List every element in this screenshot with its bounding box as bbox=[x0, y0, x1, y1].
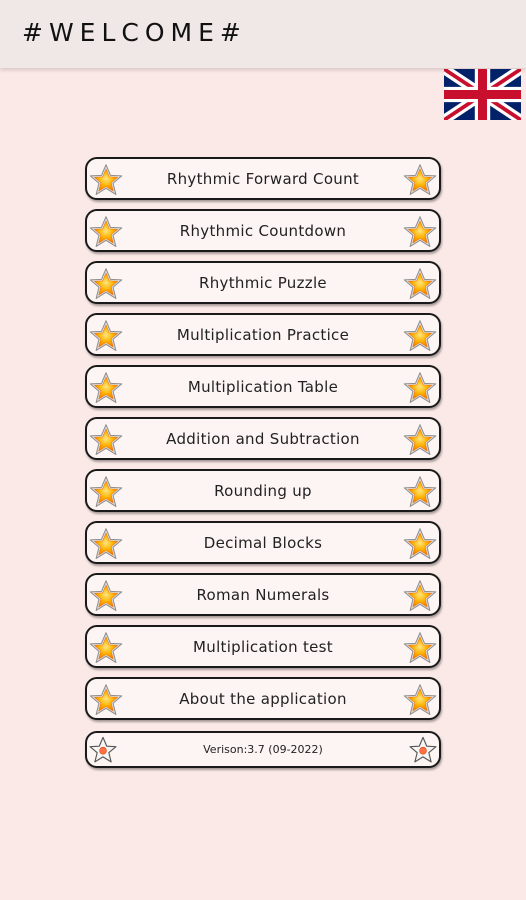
star-icon bbox=[403, 527, 437, 561]
uk-flag-icon[interactable] bbox=[441, 64, 524, 125]
star-icon bbox=[403, 371, 437, 405]
star-icon bbox=[89, 631, 123, 665]
app-title: #WELCOME# bbox=[22, 18, 247, 47]
star-icon bbox=[89, 319, 123, 353]
star-icon bbox=[89, 215, 123, 249]
star-icon bbox=[403, 163, 437, 197]
star-icon bbox=[89, 527, 123, 561]
menu-item-rounding-up[interactable]: Rounding up bbox=[85, 469, 441, 512]
menu-item-multiplication-table[interactable]: Multiplication Table bbox=[85, 365, 441, 408]
menu-item-label: Multiplication test bbox=[193, 637, 333, 656]
star-icon bbox=[89, 371, 123, 405]
star-icon bbox=[89, 163, 123, 197]
menu-item-label: About the application bbox=[179, 689, 347, 708]
star-icon bbox=[403, 683, 437, 717]
star-icon bbox=[89, 267, 123, 301]
menu-item-label: Decimal Blocks bbox=[203, 533, 323, 552]
star-icon bbox=[403, 423, 437, 457]
menu-item-decimal-blocks[interactable]: Decimal Blocks bbox=[85, 521, 441, 564]
menu-item-rhythmic-countdown[interactable]: Rhythmic Countdown bbox=[85, 209, 441, 252]
menu-item-label: Roman Numerals bbox=[196, 585, 330, 604]
star-icon bbox=[89, 579, 123, 613]
app-bar: #WELCOME# bbox=[0, 0, 526, 68]
menu-item-label: Rhythmic Forward Count bbox=[166, 169, 360, 188]
menu-item-label: Rhythmic Puzzle bbox=[199, 273, 327, 292]
star-icon bbox=[403, 631, 437, 665]
menu-item-label: Rounding up bbox=[214, 481, 312, 500]
outline-star-icon bbox=[89, 736, 117, 764]
star-icon bbox=[403, 475, 437, 509]
menu-item-label: Multiplication Table bbox=[187, 377, 339, 396]
star-icon bbox=[89, 683, 123, 717]
version-button[interactable]: Verison:3.7 (09-2022) bbox=[85, 731, 441, 768]
star-icon bbox=[403, 267, 437, 301]
menu-item-multiplication-practice[interactable]: Multiplication Practice bbox=[85, 313, 441, 356]
star-icon bbox=[403, 579, 437, 613]
star-icon bbox=[403, 215, 437, 249]
star-icon bbox=[89, 475, 123, 509]
menu-item-rhythmic-puzzle[interactable]: Rhythmic Puzzle bbox=[85, 261, 441, 304]
outline-star-icon bbox=[409, 736, 437, 764]
menu-item-rhythmic-forward-count[interactable]: Rhythmic Forward Count bbox=[85, 157, 441, 200]
main-menu: Rhythmic Forward Count Rhythmic Countdow… bbox=[85, 157, 441, 768]
menu-item-label: Rhythmic Countdown bbox=[179, 221, 347, 240]
menu-item-addition-and-subtraction[interactable]: Addition and Subtraction bbox=[85, 417, 441, 460]
menu-item-label: Addition and Subtraction bbox=[166, 429, 360, 448]
menu-item-multiplication-test[interactable]: Multiplication test bbox=[85, 625, 441, 668]
menu-item-roman-numerals[interactable]: Roman Numerals bbox=[85, 573, 441, 616]
star-icon bbox=[89, 423, 123, 457]
version-label: Verison:3.7 (09-2022) bbox=[203, 743, 323, 756]
menu-item-label: Multiplication Practice bbox=[176, 325, 350, 344]
star-icon bbox=[403, 319, 437, 353]
menu-item-about-the-application[interactable]: About the application bbox=[85, 677, 441, 720]
